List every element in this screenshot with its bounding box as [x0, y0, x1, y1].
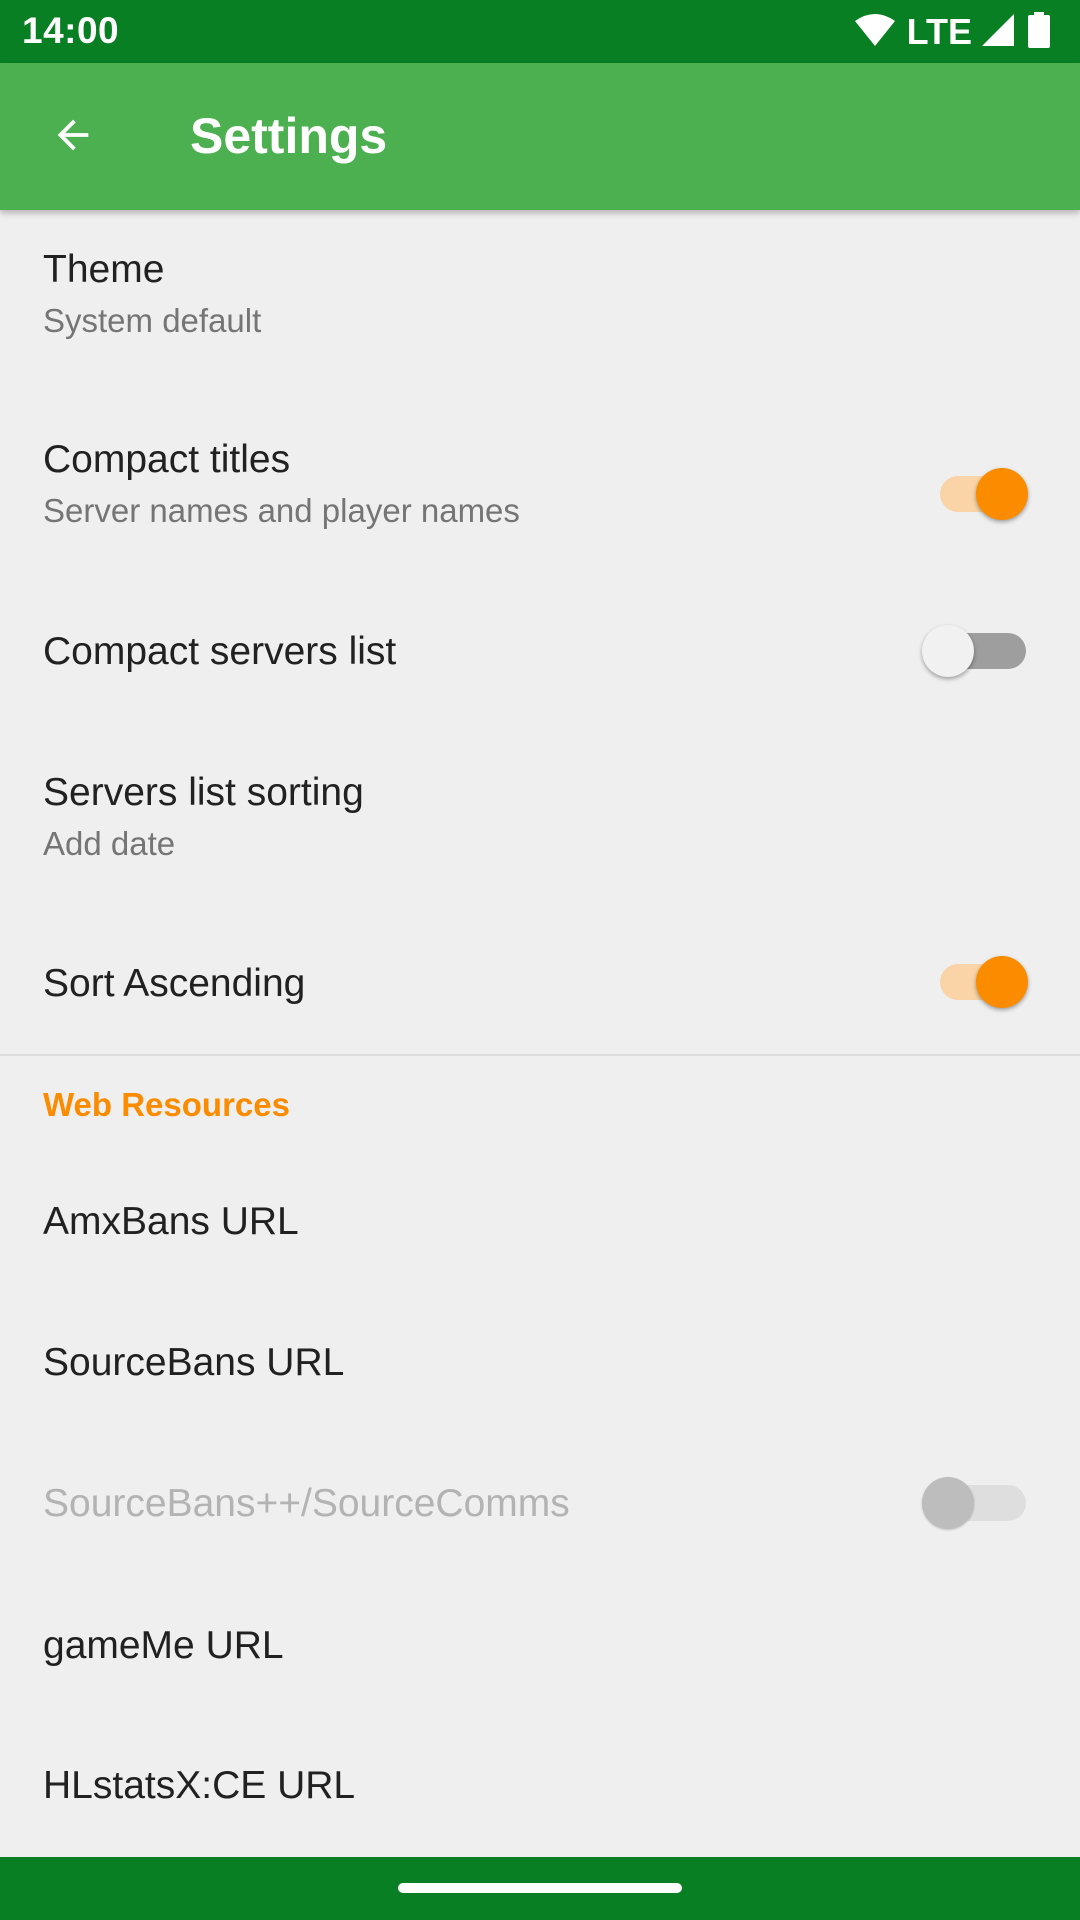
pref-title: Sort Ascending: [43, 962, 306, 1005]
pref-summary: Server names and player names: [43, 492, 520, 529]
switch-thumb: [976, 956, 1028, 1008]
sort-ascending-switch[interactable]: [918, 947, 1028, 1017]
compact-titles-switch[interactable]: [918, 459, 1028, 529]
section-divider: [0, 1054, 1080, 1056]
pref-title: SourceBans URL: [43, 1341, 345, 1384]
wifi-icon: [854, 13, 895, 52]
arrow-back-icon: [50, 112, 96, 163]
network-type: LTE: [906, 11, 972, 52]
pref-title: AmxBans URL: [43, 1200, 299, 1243]
home-indicator[interactable]: [398, 1883, 682, 1893]
pref-servers-list-sorting[interactable]: Servers list sorting Add date: [0, 740, 1080, 890]
pref-theme[interactable]: Theme System default: [0, 210, 1080, 390]
status-icons: LTE: [854, 11, 1050, 53]
pref-title: Servers list sorting: [43, 771, 364, 814]
compact-servers-list-switch[interactable]: [918, 616, 1028, 686]
pref-title: Compact titles: [43, 438, 291, 481]
status-bar: 14:00 LTE: [0, 0, 1080, 63]
status-time: 14:00: [22, 10, 120, 51]
sourcebans-sourcecomms-switch: [918, 1468, 1028, 1538]
back-button[interactable]: [30, 94, 116, 180]
pref-compact-titles[interactable]: Compact titles Server names and player n…: [0, 410, 1080, 560]
app-bar: Settings: [0, 63, 1080, 210]
battery-icon: [1028, 11, 1050, 53]
switch-thumb: [922, 1477, 974, 1529]
pref-hlstatsx-url[interactable]: HLstatsX:CE URL: [0, 1714, 1080, 1854]
pref-title: SourceBans++/SourceComms: [43, 1482, 570, 1525]
navigation-bar: [0, 1857, 1080, 1920]
pref-title: gameMe URL: [43, 1624, 284, 1667]
pref-title: Theme: [43, 248, 165, 291]
pref-sourcebans-sourcecomms: SourceBans++/SourceComms: [0, 1432, 1080, 1572]
category-web-resources: Web Resources: [43, 1086, 290, 1123]
switch-thumb: [922, 625, 974, 677]
page-title: Settings: [190, 108, 388, 164]
pref-title: Compact servers list: [43, 630, 397, 673]
pref-title: HLstatsX:CE URL: [43, 1764, 356, 1807]
signal-icon: [982, 13, 1014, 51]
pref-compact-servers-list[interactable]: Compact servers list: [0, 580, 1080, 720]
pref-gameme-url[interactable]: gameMe URL: [0, 1573, 1080, 1713]
pref-sort-ascending[interactable]: Sort Ascending: [0, 910, 1080, 1050]
pref-sourcebans-url[interactable]: SourceBans URL: [0, 1291, 1080, 1431]
pref-summary: System default: [43, 302, 262, 339]
pref-amxbans-url[interactable]: AmxBans URL: [0, 1150, 1080, 1290]
pref-summary: Add date: [43, 825, 176, 862]
switch-thumb: [976, 468, 1028, 520]
